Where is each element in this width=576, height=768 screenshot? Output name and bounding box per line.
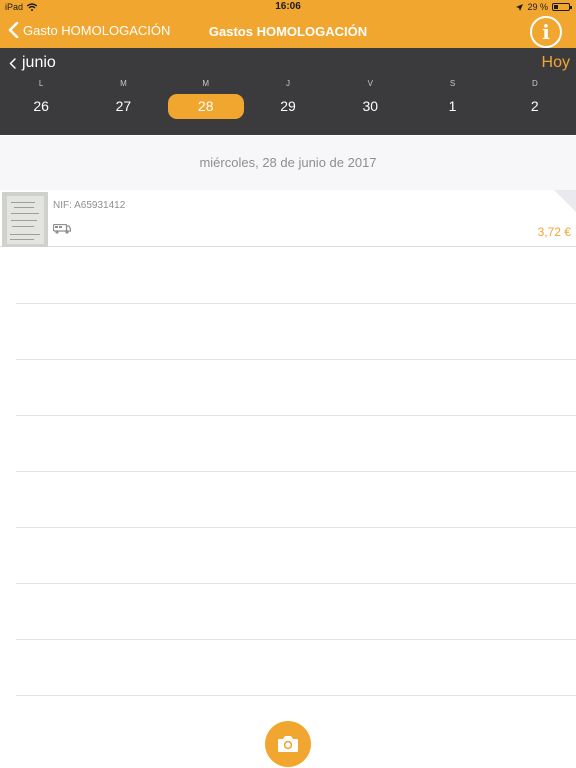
info-icon[interactable]: i [530,16,562,48]
navigation-bar: Gasto HOMOLOGACIÓN Gastos HOMOLOGACIÓN i [0,14,576,48]
camera-icon [278,736,298,752]
month-label: junio [22,54,56,71]
receipt-paper [7,196,44,244]
battery-percent: 29 % [527,2,548,12]
list-separator [16,359,576,360]
van-icon [53,224,71,234]
camera-button[interactable] [265,721,311,767]
expense-list-item[interactable]: NIF: A65931412 3,72 € [0,190,576,247]
list-separator [16,583,576,584]
weekday-label: M [202,79,210,88]
day-cell: 1 [411,94,493,119]
back-button[interactable]: Gasto HOMOLOGACIÓN [8,22,170,38]
expense-amount: 3,72 € [537,225,571,239]
location-arrow-icon [516,3,524,11]
day-button[interactable]: 2 [497,94,573,119]
status-bar: iPad 16:06 29 % [0,0,576,14]
day-button[interactable]: 27 [85,94,161,119]
status-time: 16:06 [275,1,301,12]
weekday-label: L [38,79,44,88]
chevron-left-icon [8,22,19,38]
expense-nif: NIF: A65931412 [53,200,126,211]
previous-month-button[interactable]: junio [9,54,56,72]
date-header-label: miércoles, 28 de junio de 2017 [199,155,377,170]
status-right: 29 % [516,2,572,12]
date-section-header: miércoles, 28 de junio de 2017 [0,136,576,190]
back-button-label: Gasto HOMOLOGACIÓN [23,22,171,38]
weekday-label: M [120,79,127,88]
status-corner-badge [554,190,576,212]
weekday-header: L M M J V S D [0,79,576,88]
day-row: 26 27 28 29 30 1 2 [0,94,576,119]
day-cell: 2 [494,94,576,119]
receipt-line [10,239,34,240]
chevron-left-icon [9,57,16,69]
day-cell: 26 [0,94,82,119]
list-separator [16,639,576,640]
weekday-label: J [285,79,290,88]
weekday-label: D [531,79,538,88]
receipt-line [14,207,34,208]
day-button[interactable]: 1 [415,94,491,119]
list-separator [16,471,576,472]
receipt-thumbnail [2,192,48,247]
today-button[interactable]: Hoy [542,54,570,72]
day-cell-selected: 28 [165,94,247,119]
receipt-line [12,226,34,227]
day-cell: 27 [82,94,164,119]
day-button[interactable]: 30 [332,94,408,119]
receipt-line [11,213,39,214]
weekday-label: V [367,79,373,88]
receipt-line [10,234,40,235]
day-cell: 29 [247,94,329,119]
battery-icon [552,3,572,11]
list-separator [16,527,576,528]
list-separator [16,415,576,416]
receipt-line [11,202,35,203]
day-button[interactable]: 29 [250,94,326,119]
day-cell: 30 [329,94,411,119]
selected-day-button[interactable]: 28 [167,94,244,119]
day-button[interactable]: 26 [3,94,79,119]
list-separator [16,695,576,696]
list-separator [16,303,576,304]
weekday-label: S [449,79,456,88]
receipt-line [11,220,37,221]
week-calendar: junio Hoy L M M J V S D 26 27 28 29 30 1… [0,48,576,135]
